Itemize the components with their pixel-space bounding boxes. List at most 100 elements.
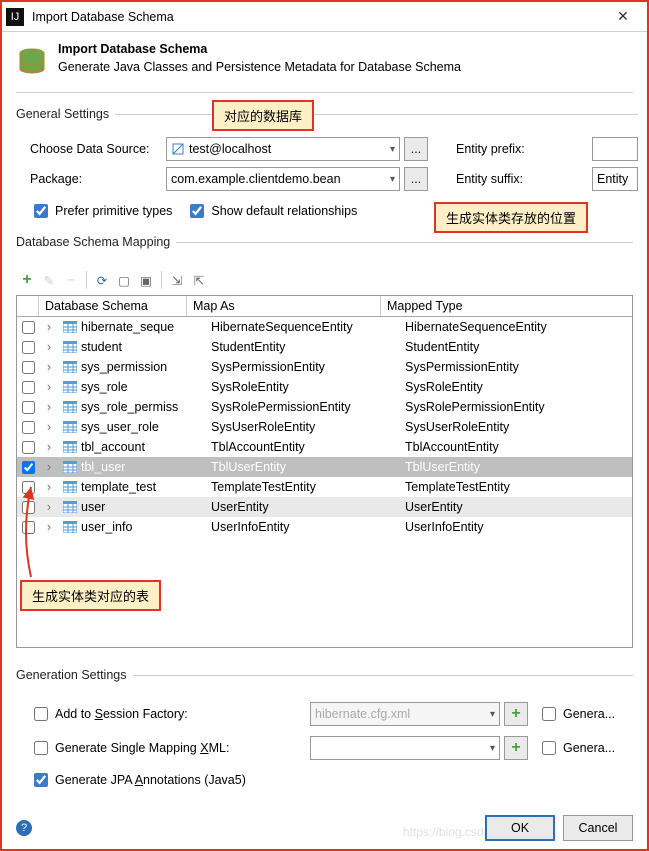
schema-cell: tbl_account (59, 440, 207, 454)
package-browse-button[interactable]: ... (404, 167, 428, 191)
header-title: Import Database Schema (58, 42, 461, 56)
session-factory-combo: hibernate.cfg.xml ▾ (310, 702, 500, 726)
mapped-type-cell: UserEntity (401, 500, 632, 514)
table-row[interactable]: ›hibernate_sequeHibernateSequenceEntityH… (17, 317, 632, 337)
table-icon (63, 361, 77, 373)
add-button[interactable]: + (16, 269, 38, 291)
close-icon[interactable]: ✕ (603, 8, 643, 25)
refresh-button[interactable]: ⟳ (91, 269, 113, 291)
prefer-primitive-checkbox[interactable]: Prefer primitive types (30, 201, 172, 221)
chevron-down-icon: ▾ (490, 709, 495, 720)
general-settings-legend: General Settings (16, 107, 115, 121)
help-icon[interactable]: ? (16, 820, 32, 836)
row-checkbox[interactable] (17, 378, 39, 397)
data-source-label: Choose Data Source: (16, 142, 166, 156)
table-icon (63, 521, 77, 533)
table-row[interactable]: ›tbl_accountTblAccountEntityTblAccountEn… (17, 437, 632, 457)
generate-hbm-checkbox[interactable]: Genera... (538, 704, 615, 724)
expand-icon[interactable]: › (39, 360, 59, 374)
header-subtitle: Generate Java Classes and Persistence Me… (58, 60, 461, 74)
row-checkbox[interactable] (17, 358, 39, 377)
schema-cell: student (59, 340, 207, 354)
session-factory-add-button[interactable]: + (504, 702, 528, 726)
expand-icon[interactable]: › (39, 460, 59, 474)
mapping-toolbar: + ✎ − ⟳ ▢ ▣ ⇲ ⇱ (16, 267, 633, 293)
row-checkbox[interactable] (17, 318, 39, 337)
single-mapping-label: Generate Single Mapping XML: (55, 741, 229, 755)
entity-prefix-label: Entity prefix: (442, 142, 592, 156)
data-source-combo[interactable]: test@localhost ▾ (166, 137, 400, 161)
single-mapping-checkbox[interactable]: Generate Single Mapping XML: (30, 738, 310, 758)
expand-icon[interactable]: › (39, 320, 59, 334)
cancel-button[interactable]: Cancel (563, 815, 633, 841)
expand-button[interactable]: ▢ (113, 269, 135, 291)
table-row[interactable]: ›template_testTemplateTestEntityTemplate… (17, 477, 632, 497)
expand-icon[interactable]: › (39, 440, 59, 454)
map-as-cell: TblUserEntity (207, 460, 401, 474)
expand-icon[interactable]: › (39, 380, 59, 394)
collapse-all-button[interactable]: ⇱ (188, 269, 210, 291)
jpa-annotations-checkbox[interactable]: Generate JPA Annotations (Java5) (30, 770, 430, 790)
ok-button[interactable]: OK (485, 815, 555, 841)
entity-suffix-input[interactable] (592, 167, 638, 191)
table-icon (63, 501, 77, 513)
table-row[interactable]: ›sys_role_permissSysRolePermissionEntity… (17, 397, 632, 417)
table-row[interactable]: ›userUserEntityUserEntity (17, 497, 632, 517)
table-icon (63, 461, 77, 473)
window-title: Import Database Schema (32, 10, 603, 24)
session-factory-label: Add to Session Factory: (55, 707, 188, 721)
table-icon (63, 321, 77, 333)
table-icon (63, 401, 77, 413)
row-checkbox[interactable] (17, 438, 39, 457)
mapped-type-cell: TemplateTestEntity (401, 480, 632, 494)
package-combo[interactable]: com.example.clientdemo.bean ▾ (166, 167, 400, 191)
package-value: com.example.clientdemo.bean (171, 172, 341, 186)
app-icon: IJ (6, 8, 24, 26)
schema-cell: template_test (59, 480, 207, 494)
expand-icon[interactable]: › (39, 340, 59, 354)
single-mapping-combo[interactable]: ▾ (310, 736, 500, 760)
table-row[interactable]: ›sys_roleSysRoleEntitySysRoleEntity (17, 377, 632, 397)
show-default-relationships-label: Show default relationships (211, 204, 357, 218)
header-mapped-type[interactable]: Mapped Type (381, 296, 632, 316)
show-default-relationships-checkbox[interactable]: Show default relationships (186, 201, 357, 221)
table-row[interactable]: ›sys_permissionSysPermissionEntitySysPer… (17, 357, 632, 377)
table-icon (63, 421, 77, 433)
row-checkbox[interactable] (17, 338, 39, 357)
expand-all-button[interactable]: ⇲ (166, 269, 188, 291)
annotation-datasource: 对应的数据库 (212, 100, 314, 131)
table-row[interactable]: ›sys_user_roleSysUserRoleEntitySysUserRo… (17, 417, 632, 437)
mapped-type-cell: SysUserRoleEntity (401, 420, 632, 434)
table-row[interactable]: ›studentStudentEntityStudentEntity (17, 337, 632, 357)
generate-column-checkbox[interactable]: Genera... (538, 738, 615, 758)
generate-label: Genera... (563, 707, 615, 721)
row-checkbox[interactable] (17, 398, 39, 417)
mapped-type-cell: SysRolePermissionEntity (401, 400, 632, 414)
schema-cell: hibernate_seque (59, 320, 207, 334)
add-to-session-factory-checkbox[interactable]: Add to Session Factory: (30, 704, 310, 724)
table-row[interactable]: ›user_infoUserInfoEntityUserInfoEntity (17, 517, 632, 537)
header-checkbox-col (17, 296, 39, 316)
single-mapping-add-button[interactable]: + (504, 736, 528, 760)
map-as-cell: UserEntity (207, 500, 401, 514)
data-source-browse-button[interactable]: ... (404, 137, 428, 161)
generation-section: Generation Settings Add to Session Facto… (16, 668, 633, 790)
remove-button[interactable]: − (60, 269, 82, 291)
entity-prefix-input[interactable] (592, 137, 638, 161)
table-header: Database Schema Map As Mapped Type (17, 296, 632, 317)
expand-icon[interactable]: › (39, 420, 59, 434)
map-as-cell: UserInfoEntity (207, 520, 401, 534)
table-row[interactable]: ›tbl_userTblUserEntityTblUserEntity (17, 457, 632, 477)
header-schema[interactable]: Database Schema (39, 296, 187, 316)
collapse-button[interactable]: ▣ (135, 269, 157, 291)
expand-icon[interactable]: › (39, 400, 59, 414)
edit-button[interactable]: ✎ (38, 269, 60, 291)
chevron-down-icon: ▾ (490, 743, 495, 754)
header-map-as[interactable]: Map As (187, 296, 381, 316)
row-checkbox[interactable] (17, 458, 39, 477)
row-checkbox[interactable] (17, 418, 39, 437)
session-factory-value: hibernate.cfg.xml (315, 707, 410, 721)
chevron-down-icon: ▾ (390, 174, 395, 185)
map-as-cell: SysRoleEntity (207, 380, 401, 394)
mapped-type-cell: TblUserEntity (401, 460, 632, 474)
